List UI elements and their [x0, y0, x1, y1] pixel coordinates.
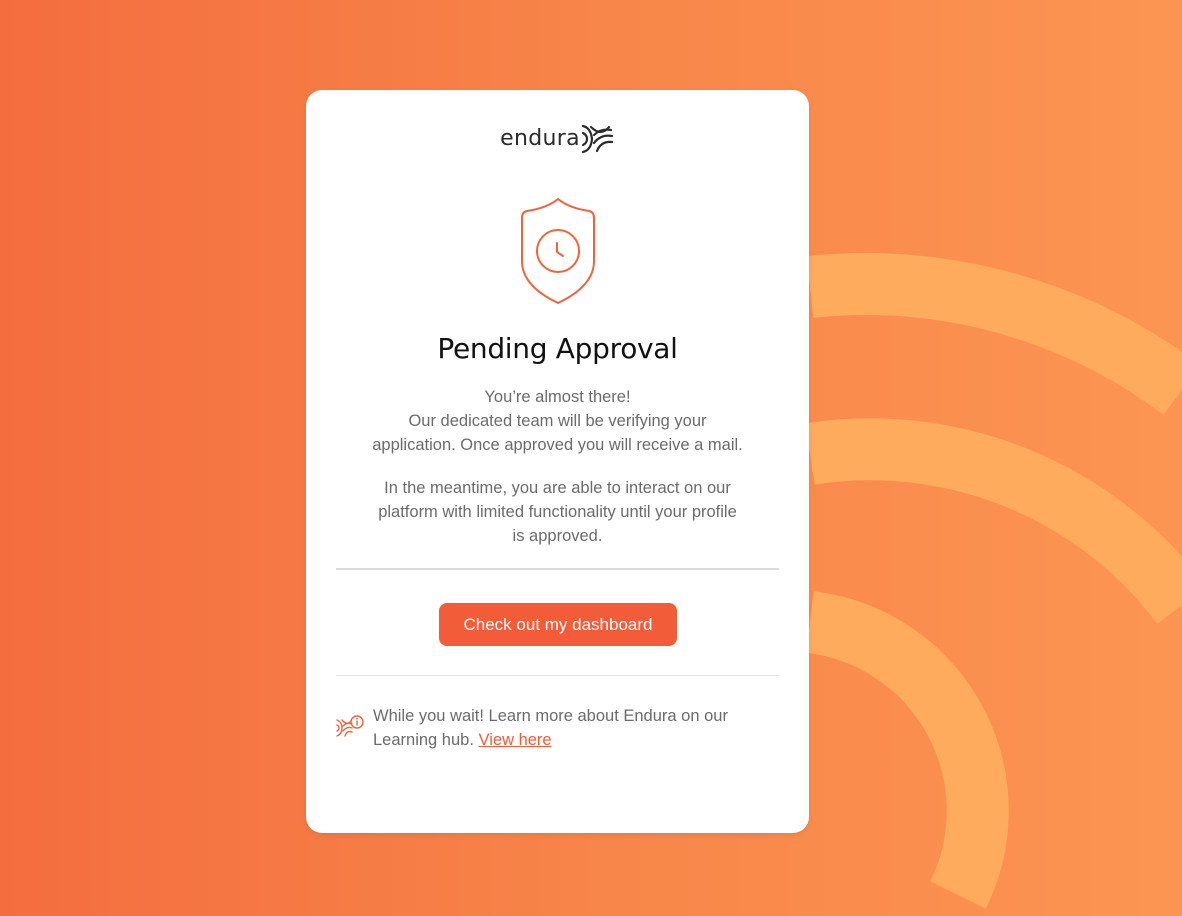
divider [336, 568, 779, 570]
pending-approval-card: endura Pending Approval You’re almost th… [306, 90, 809, 833]
meantime-line: platform with limited functionality unti… [378, 503, 737, 521]
divider [336, 675, 779, 676]
endura-logo: endura [306, 122, 809, 156]
logo-wordmark: endura [500, 126, 580, 151]
meantime-message: In the meantime, you are able to interac… [346, 476, 769, 548]
dashboard-button[interactable]: Check out my dashboard [439, 603, 677, 646]
page-title: Pending Approval [437, 332, 678, 365]
intro-line: You’re almost there! [484, 388, 631, 406]
endura-info-icon [336, 715, 364, 737]
intro-line: Our dedicated team will be verifying you… [408, 412, 707, 430]
learning-hub-text: While you wait! Learn more about Endura … [373, 704, 783, 752]
intro-line: application. Once approved you will rece… [372, 436, 743, 454]
meantime-line: In the meantime, you are able to interac… [384, 479, 731, 497]
shield-clock-icon [521, 197, 595, 305]
intro-message: You’re almost there! Our dedicated team … [346, 385, 769, 457]
view-here-link[interactable]: View here [479, 731, 552, 749]
endura-logo-mark-icon [581, 124, 613, 154]
meantime-line: is approved. [512, 527, 603, 545]
